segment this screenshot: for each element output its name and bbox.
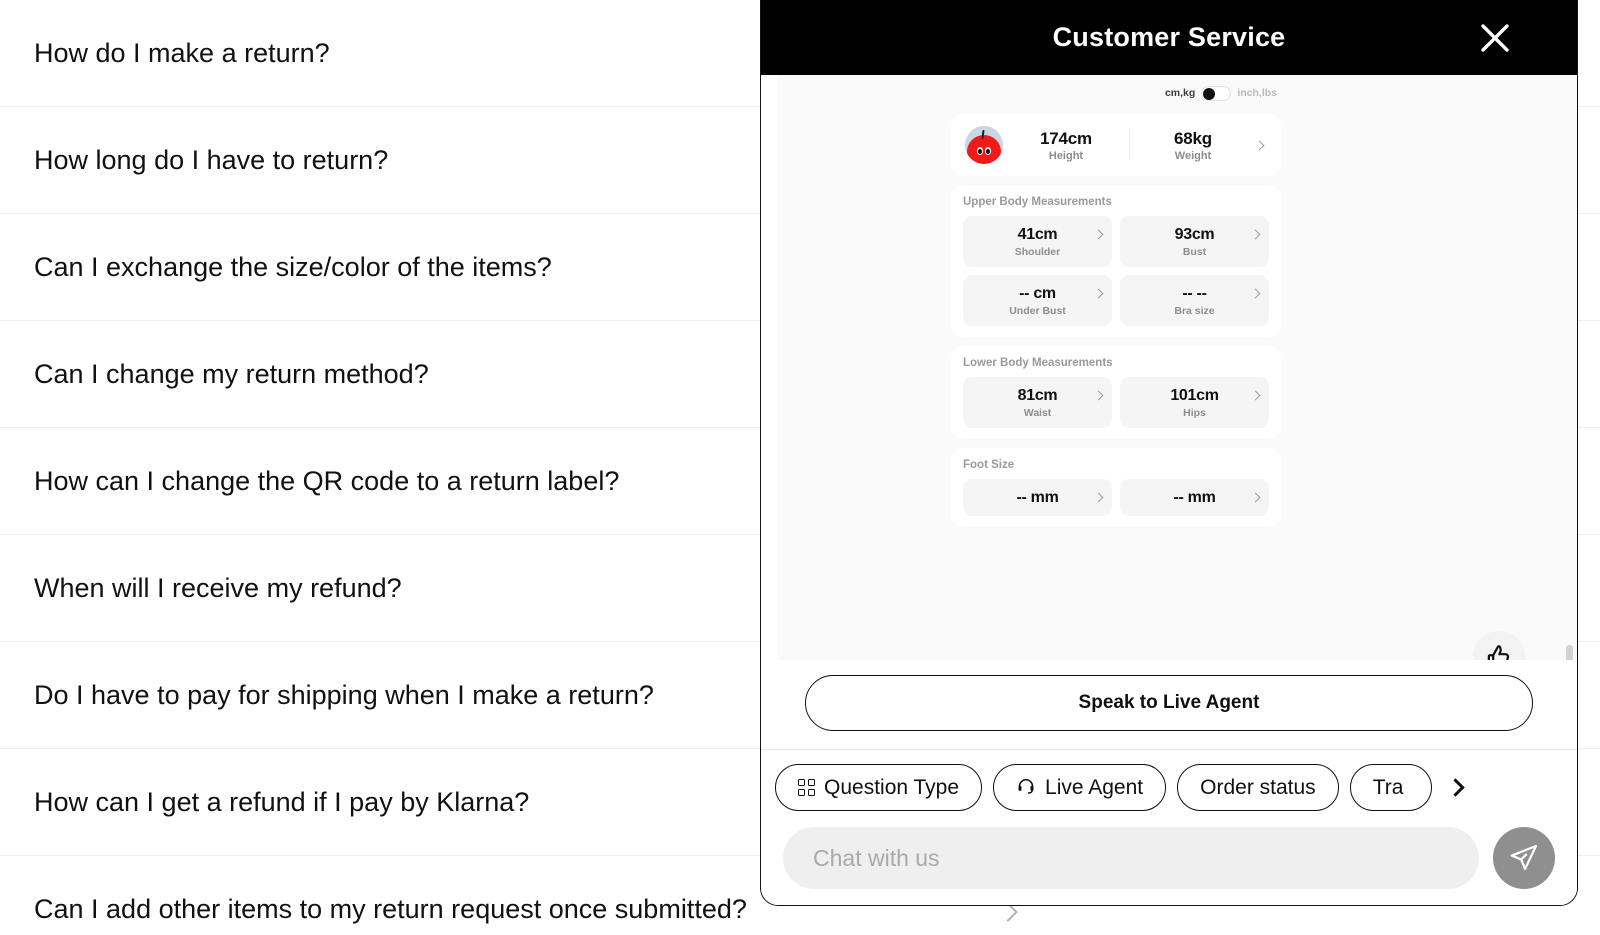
upper-body-card: Upper Body Measurements 41cm Shoulder 93… xyxy=(951,185,1281,337)
chip-label: Live Agent xyxy=(1045,775,1144,799)
apple-avatar-icon xyxy=(965,126,1003,164)
measurement-tile[interactable]: 41cm Shoulder xyxy=(963,216,1112,267)
composer xyxy=(761,811,1577,889)
chip-label: Question Type xyxy=(824,775,960,799)
speak-to-live-agent-button[interactable]: Speak to Live Agent xyxy=(805,675,1533,731)
profile-metrics: 174cm Height 68kg Weight xyxy=(1003,129,1256,162)
customer-service-panel: Customer Service cm,kg inch,lbs 174cm He… xyxy=(760,0,1578,906)
page-title: Customer Service xyxy=(1052,22,1286,52)
toggle-knob xyxy=(1203,87,1216,100)
tile-value: -- mm xyxy=(1016,489,1059,506)
send-icon[interactable] xyxy=(1493,827,1555,889)
tile-label: Under Bust xyxy=(1009,305,1066,317)
close-icon[interactable] xyxy=(1475,18,1515,58)
panel-footer: Question Type Live Agent Order status Tr… xyxy=(761,749,1577,905)
weight-metric: 68kg Weight xyxy=(1130,129,1256,162)
faq-question: Can I exchange the size/color of the ite… xyxy=(34,251,552,282)
faq-question: Do I have to pay for shipping when I mak… xyxy=(34,679,654,710)
unit-imperial-label: inch,lbs xyxy=(1237,87,1277,99)
faq-question: How can I get a refund if I pay by Klarn… xyxy=(34,786,530,817)
chip-live-agent[interactable]: Live Agent xyxy=(993,764,1167,811)
chip-tracking[interactable]: Tra xyxy=(1349,764,1432,811)
measurement-tile[interactable]: 101cm Hips xyxy=(1120,377,1269,428)
tile-label: Shoulder xyxy=(1014,246,1061,258)
tile-label: Waist xyxy=(1023,407,1052,419)
height-metric: 174cm Height xyxy=(1003,129,1129,162)
tile-label: Bust xyxy=(1182,246,1207,258)
faq-question: Can I change my return method? xyxy=(34,358,429,389)
tile-value: -- mm xyxy=(1173,489,1216,506)
upper-body-tiles: 41cm Shoulder 93cm Bust -- cm Under Bust… xyxy=(963,216,1269,326)
measurement-tile[interactable]: -- -- Bra size xyxy=(1120,275,1269,326)
tile-value: 101cm xyxy=(1170,387,1219,404)
profile-summary-row[interactable]: 174cm Height 68kg Weight xyxy=(951,114,1281,176)
tile-value: -- -- xyxy=(1182,285,1207,302)
unit-metric-label: cm,kg xyxy=(1164,87,1196,99)
measurement-tile[interactable]: 93cm Bust xyxy=(1120,216,1269,267)
lower-body-card: Lower Body Measurements 81cm Waist 101cm… xyxy=(951,346,1281,439)
tile-label: Bra size xyxy=(1174,305,1215,317)
message-scroll-region: cm,kg inch,lbs 174cm Height 68kg Weight … xyxy=(761,75,1577,749)
faq-question: How can I change the QR code to a return… xyxy=(34,465,620,496)
tile-label: Hips xyxy=(1183,407,1206,419)
cta-container: Speak to Live Agent xyxy=(761,660,1577,749)
tile-value: 41cm xyxy=(1017,226,1058,243)
size-profile-card-stack: cm,kg inch,lbs 174cm Height 68kg Weight … xyxy=(951,81,1281,527)
faq-question: Can I add other items to my return reque… xyxy=(34,894,747,925)
headset-icon xyxy=(1016,775,1036,801)
lower-body-title: Lower Body Measurements xyxy=(963,357,1113,369)
foot-size-title: Foot Size xyxy=(963,459,1015,471)
chip-label: Order status xyxy=(1200,775,1316,799)
foot-size-tiles: -- mm -- mm xyxy=(963,479,1269,516)
chevron-right-icon xyxy=(1254,140,1265,150)
panel-header: Customer Service xyxy=(761,0,1577,75)
foot-size-card: Foot Size -- mm -- mm xyxy=(951,448,1281,527)
weight-label: Weight xyxy=(1174,149,1212,162)
chevron-right-icon[interactable] xyxy=(1445,775,1471,801)
scrollbar[interactable] xyxy=(1565,75,1573,749)
unit-toggle[interactable]: cm,kg inch,lbs xyxy=(951,81,1281,105)
upper-body-title: Upper Body Measurements xyxy=(963,196,1112,208)
tile-value: -- cm xyxy=(1019,285,1056,302)
weight-value: 68kg xyxy=(1174,128,1212,148)
tile-value: 81cm xyxy=(1017,387,1058,404)
unit-toggle-switch[interactable] xyxy=(1201,85,1232,101)
measurement-tile[interactable]: 81cm Waist xyxy=(963,377,1112,428)
screen: How do I make a return? How long do I ha… xyxy=(0,0,1600,935)
measurement-tile[interactable]: -- cm Under Bust xyxy=(963,275,1112,326)
measurement-tile[interactable]: -- mm xyxy=(963,479,1112,516)
tile-value: 93cm xyxy=(1174,226,1215,243)
quick-action-chips: Question Type Live Agent Order status Tr… xyxy=(761,764,1577,811)
grid-icon xyxy=(798,779,815,796)
chip-label: Tra xyxy=(1372,775,1404,799)
faq-question: How long do I have to return? xyxy=(34,144,389,175)
lower-body-tiles: 81cm Waist 101cm Hips xyxy=(963,377,1269,428)
height-label: Height xyxy=(1048,149,1084,162)
chat-input[interactable] xyxy=(783,827,1479,889)
height-value: 174cm xyxy=(1040,128,1092,148)
measurement-tile[interactable]: -- mm xyxy=(1120,479,1269,516)
chip-order-status[interactable]: Order status xyxy=(1177,764,1339,811)
faq-question: When will I receive my refund? xyxy=(34,572,402,603)
size-profile-message: cm,kg inch,lbs 174cm Height 68kg Weight … xyxy=(761,75,1577,749)
faq-question: How do I make a return? xyxy=(34,37,330,68)
chip-question-type[interactable]: Question Type xyxy=(775,764,983,811)
